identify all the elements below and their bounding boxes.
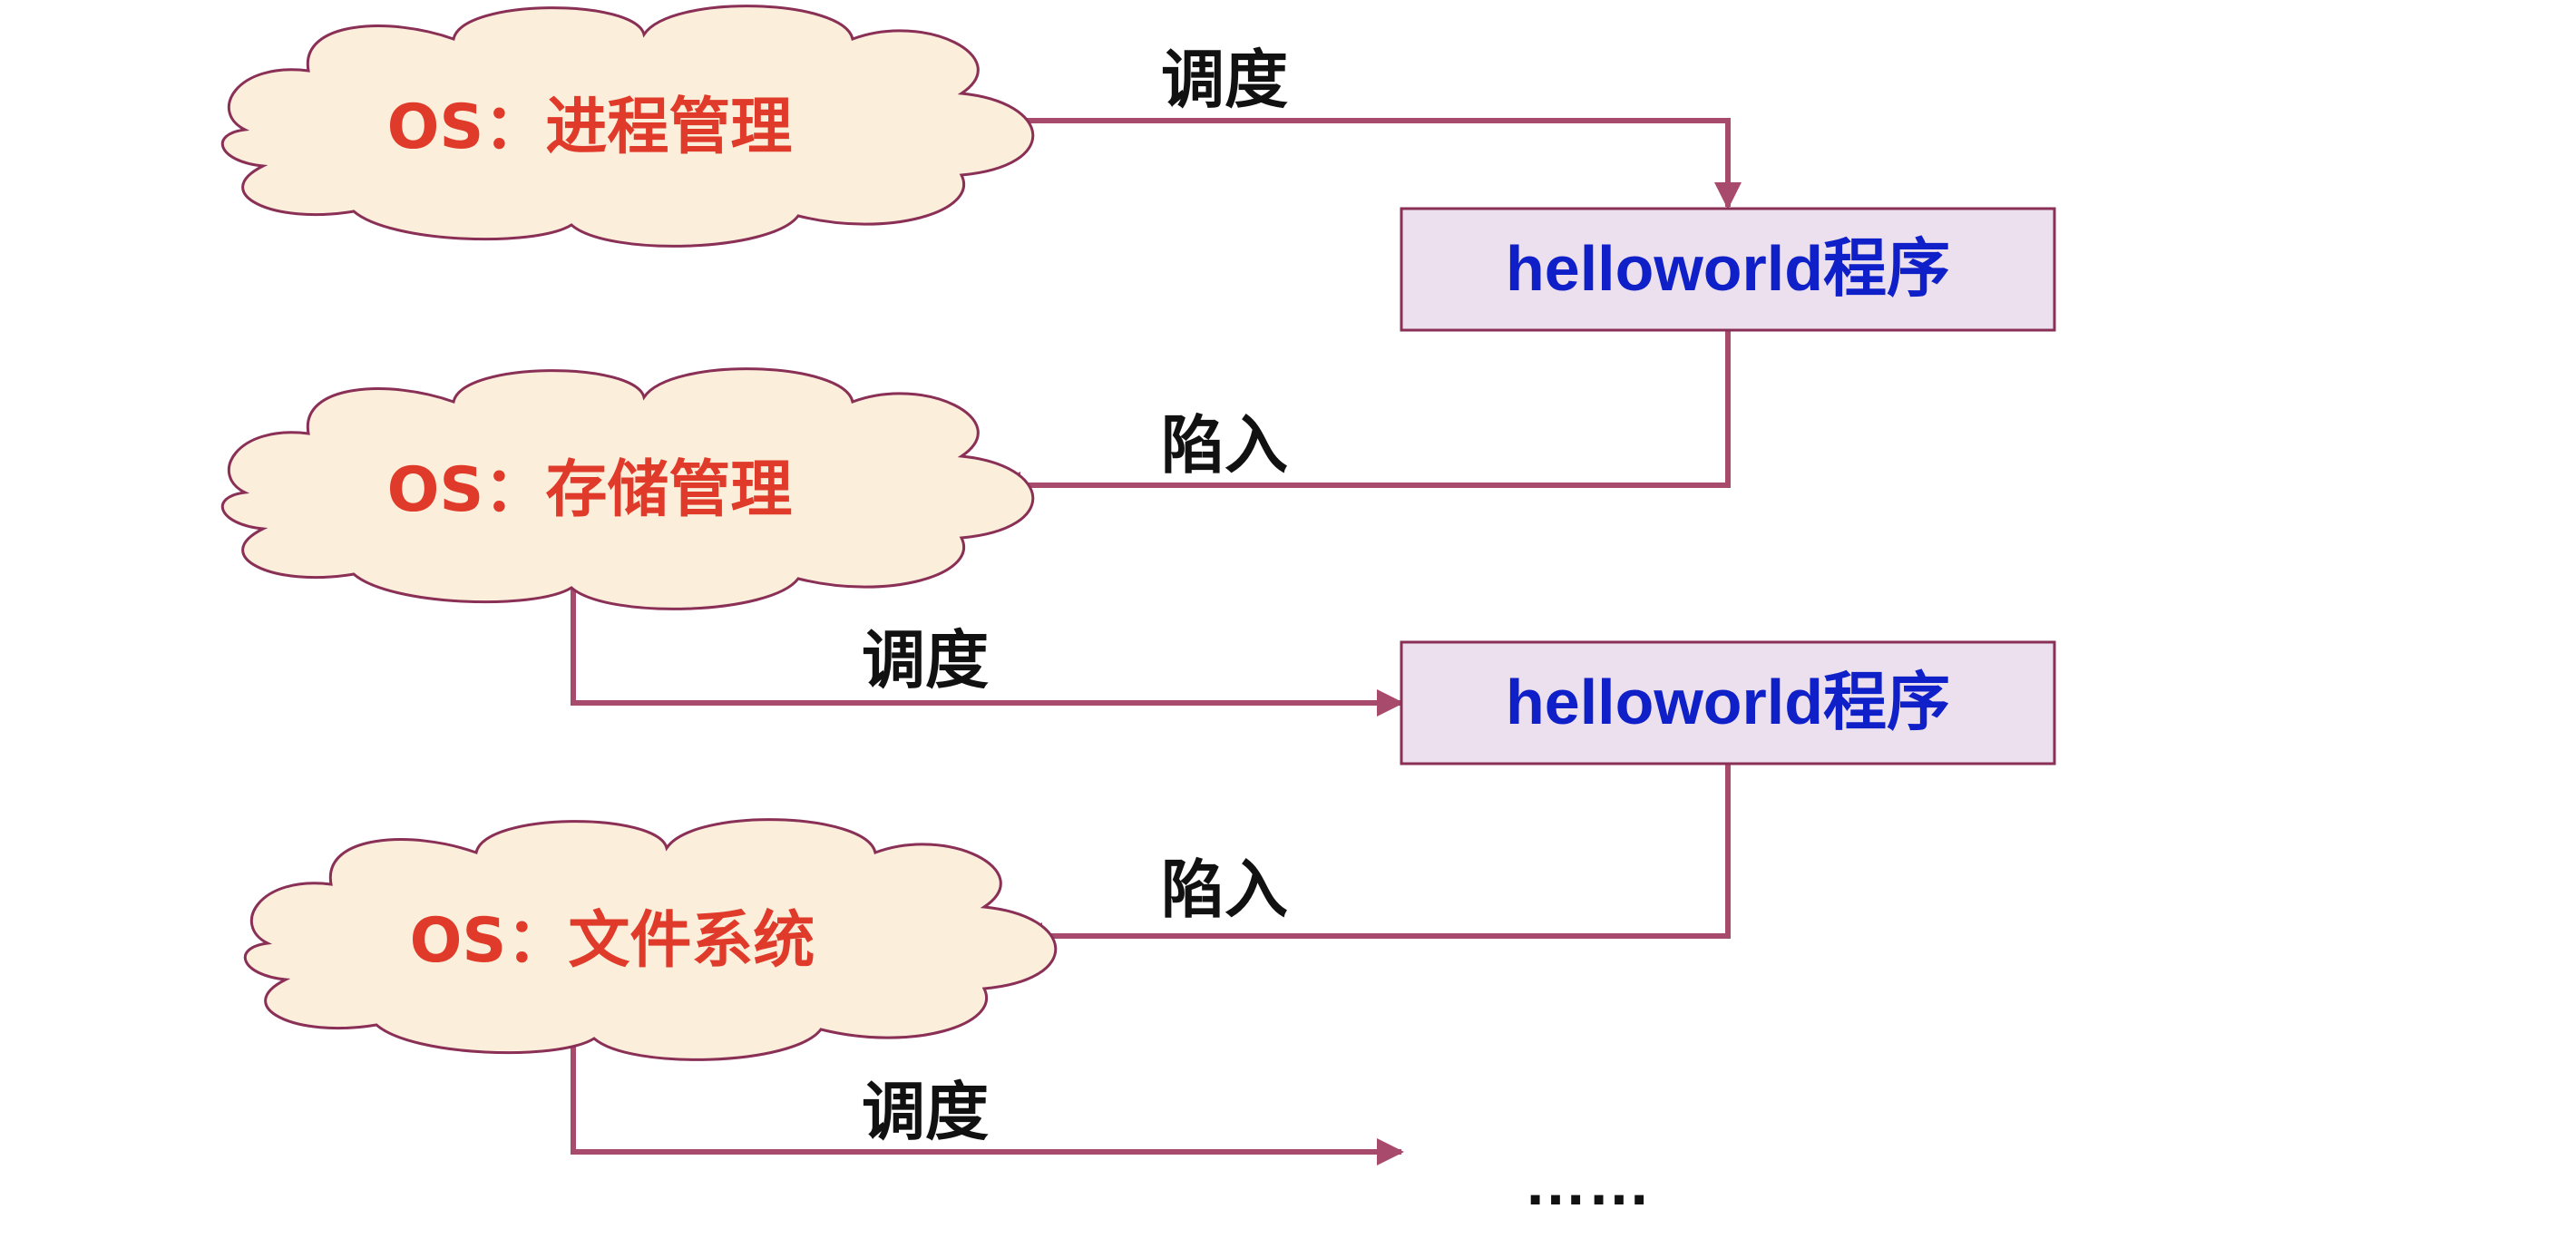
program-box-2: helloworld程序	[1400, 640, 2056, 765]
edge-label-schedule-3: 调度	[862, 1074, 989, 1149]
arrow-trap-1	[993, 330, 1731, 499]
cloud-label: OS：进程管理	[387, 92, 793, 163]
program-box-label: helloworld程序	[1506, 667, 1950, 737]
program-box-label: helloworld程序	[1506, 233, 1950, 304]
arrow-trap-2	[1015, 765, 1731, 950]
cloud-file-system: OS：文件系统	[243, 818, 1058, 1061]
edge-label-trap-1: 陷入	[1161, 407, 1288, 483]
cloud-memory-management: OS：存储管理	[220, 367, 1035, 610]
continuation-ellipsis: ……	[1524, 1147, 1651, 1218]
edge-label-schedule-1: 调度	[1161, 42, 1288, 117]
os-scheduling-diagram: OS：进程管理 OS：存储管理 OS：文件系统 helloworld程序 hel…	[220, 5, 2056, 1218]
cloud-label: OS：文件系统	[410, 905, 815, 977]
edge-label-schedule-2: 调度	[862, 622, 989, 697]
arrow-schedule-1	[990, 118, 1742, 210]
program-box-1: helloworld程序	[1400, 207, 2056, 332]
edge-label-trap-2: 陷入	[1161, 852, 1288, 927]
cloud-process-management: OS：进程管理	[220, 5, 1035, 248]
cloud-label: OS：存储管理	[387, 454, 793, 526]
